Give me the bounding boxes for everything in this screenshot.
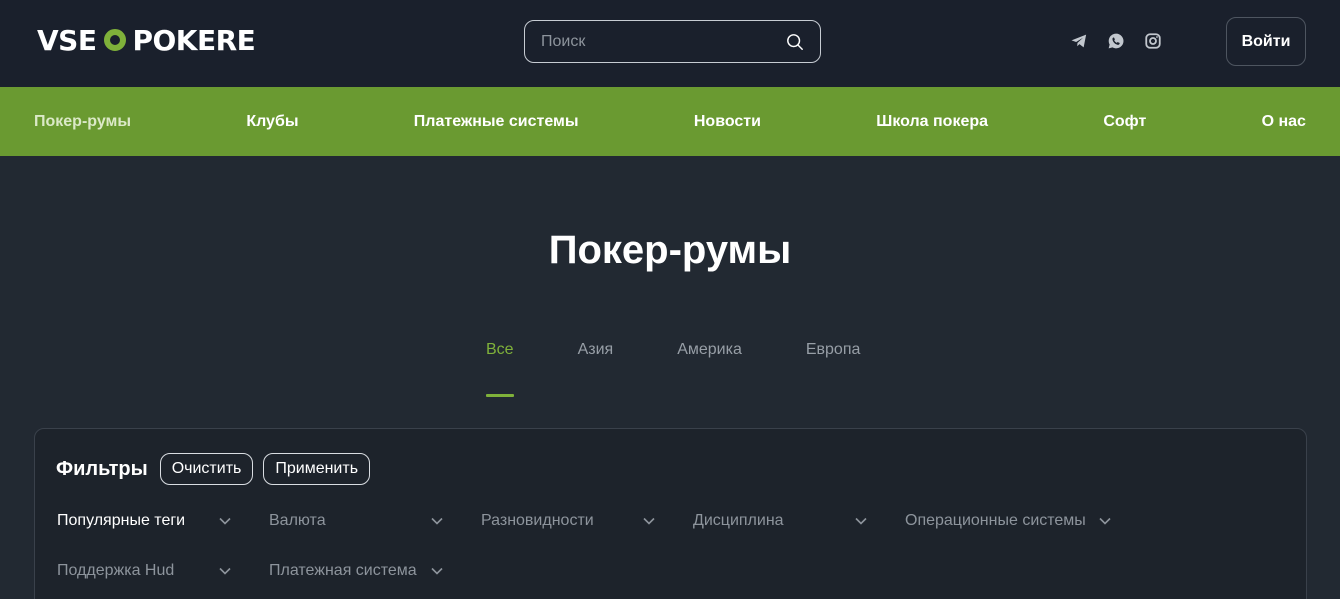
whatsapp-icon[interactable] xyxy=(1107,32,1125,50)
filters-title: Фильтры xyxy=(56,457,148,480)
telegram-icon[interactable] xyxy=(1070,32,1088,50)
dropdown-currency[interactable]: Валюта xyxy=(269,509,443,533)
dropdown-label: Операционные системы xyxy=(905,512,1086,529)
dropdown-label: Платежная система xyxy=(269,562,417,579)
chevron-down-icon xyxy=(219,567,231,575)
apply-filters-button[interactable]: Применить xyxy=(263,453,371,485)
chevron-down-icon xyxy=(643,517,655,525)
dropdown-label: Популярные теги xyxy=(57,512,186,529)
clear-filters-button[interactable]: Очистить xyxy=(159,453,254,485)
chevron-down-icon xyxy=(431,517,443,525)
dropdown-popular-tags[interactable]: Популярные теги xyxy=(57,509,231,533)
dropdown-discipline[interactable]: Дисциплина xyxy=(693,509,867,533)
dropdown-operating-systems[interactable]: Операционные системы xyxy=(905,509,1111,533)
tab-all[interactable]: Все xyxy=(486,341,514,399)
logo-ring-icon xyxy=(104,29,127,51)
chevron-down-icon xyxy=(431,567,443,575)
nav-item-payment-systems[interactable]: Платежные системы xyxy=(414,113,579,131)
nav-item-poker-school[interactable]: Школа покера xyxy=(876,113,988,131)
site-logo[interactable]: VSE POKERE xyxy=(37,23,256,57)
dropdown-label: Поддержка Hud xyxy=(57,562,175,579)
nav-item-clubs[interactable]: Клубы xyxy=(246,113,298,131)
filters-panel: Фильтры Очистить Применить Популярные те… xyxy=(34,428,1307,599)
dropdown-label: Разновидности xyxy=(481,512,594,529)
nav-item-software[interactable]: Софт xyxy=(1103,113,1146,131)
filters-header: Фильтры Очистить Применить xyxy=(56,452,371,486)
chevron-down-icon xyxy=(1099,517,1111,525)
nav-item-news[interactable]: Новости xyxy=(694,113,761,131)
login-button[interactable]: Войти xyxy=(1226,17,1306,66)
tab-asia[interactable]: Азия xyxy=(578,341,614,399)
social-links xyxy=(1070,31,1162,51)
dropdown-variants[interactable]: Разновидности xyxy=(481,509,655,533)
dropdown-label: Валюта xyxy=(269,512,326,529)
instagram-icon[interactable] xyxy=(1144,32,1162,50)
search-box xyxy=(524,20,821,63)
top-header: VSE POKERE Войти xyxy=(0,0,1340,87)
dropdown-label: Дисциплина xyxy=(693,512,784,529)
main-nav: Покер-румы Клубы Платежные системы Новос… xyxy=(0,87,1340,156)
nav-item-about[interactable]: О нас xyxy=(1262,113,1306,131)
tab-europe[interactable]: Европа xyxy=(806,341,861,399)
search-input[interactable] xyxy=(541,32,786,51)
dropdown-hud-support[interactable]: Поддержка Hud xyxy=(57,559,231,583)
search-icon[interactable] xyxy=(786,33,804,51)
chevron-down-icon xyxy=(219,517,231,525)
tab-america[interactable]: Америка xyxy=(677,341,742,399)
nav-item-poker-rooms[interactable]: Покер-румы xyxy=(34,113,131,131)
page-title: Покер-румы xyxy=(548,228,792,272)
logo-text-right: POKERE xyxy=(132,23,256,57)
dropdown-payment-system[interactable]: Платежная система xyxy=(269,559,443,583)
logo-text-left: VSE xyxy=(37,23,97,57)
region-tabs: Все Азия Америка Европа xyxy=(486,341,860,399)
chevron-down-icon xyxy=(855,517,867,525)
